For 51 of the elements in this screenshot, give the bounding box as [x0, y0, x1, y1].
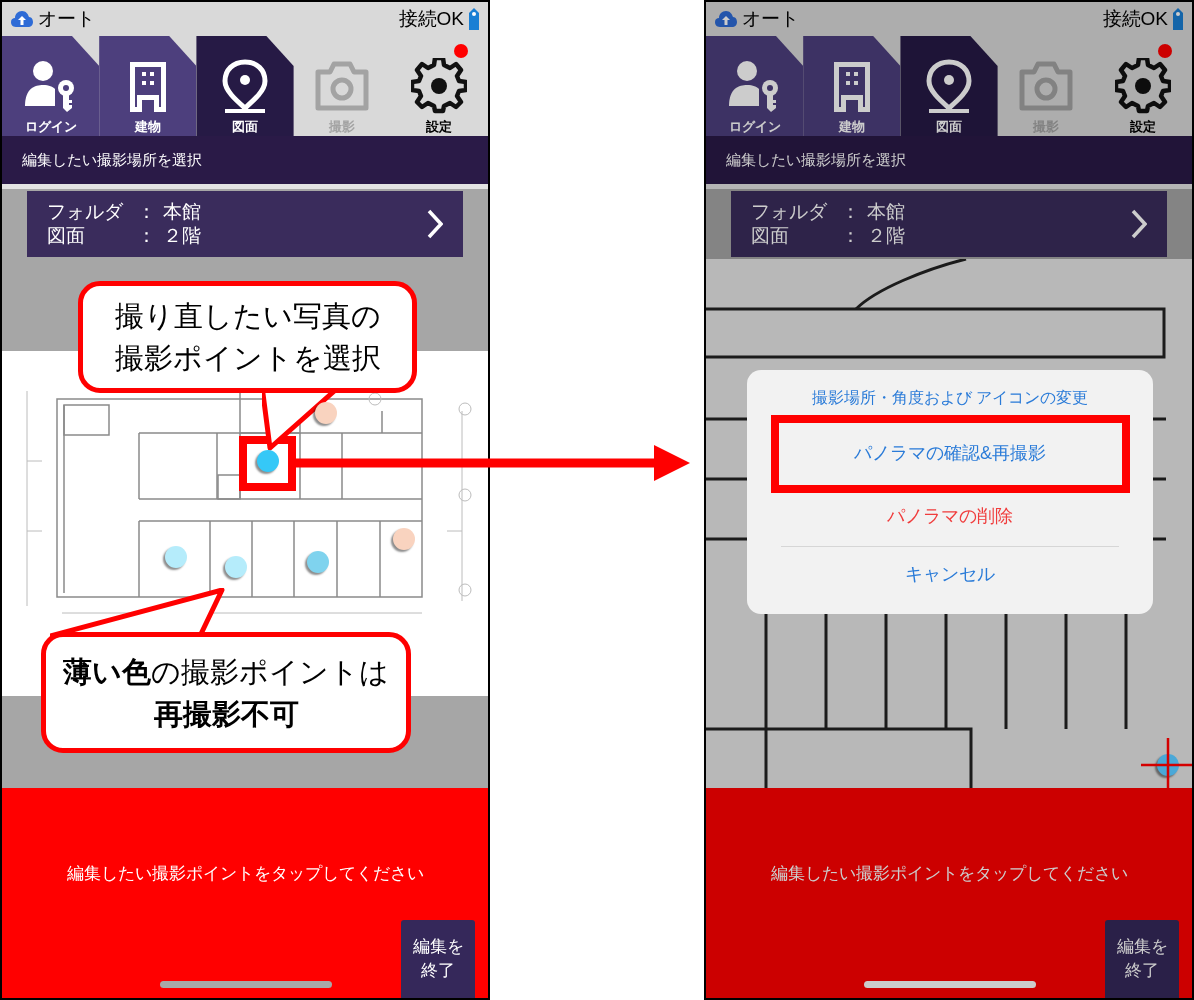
tab[interactable]: 建物	[803, 36, 901, 136]
callout-text: 薄い色の撮影ポイントは再撮影不可	[62, 654, 390, 732]
tab[interactable]: 設定	[1094, 36, 1192, 136]
connection-status: 接続OK	[398, 6, 464, 31]
tag-icon	[468, 7, 480, 31]
shooting-point-marker[interactable]	[315, 402, 337, 424]
shooting-point-marker[interactable]	[225, 556, 247, 578]
instruction-text: 編集したい撮影ポイントをタップしてください	[66, 863, 424, 885]
screen-header: 編集したい撮影場所を選択	[706, 136, 1192, 184]
mode-label: オート	[742, 6, 799, 31]
location-label: フォルダ	[751, 200, 828, 224]
action-sheet-title: 撮影場所・角度および アイコンの変更	[811, 388, 1089, 408]
separator: ：	[137, 224, 157, 248]
separator: ：	[137, 200, 157, 224]
chevron-right-icon	[1131, 209, 1147, 239]
shooting-point-marker[interactable]	[165, 546, 187, 568]
location-label: 図面	[47, 224, 86, 248]
cloud-upload-icon	[10, 9, 34, 29]
tab[interactable]: 設定	[390, 36, 488, 136]
cloud-upload-icon	[714, 9, 738, 29]
settings-icon	[411, 58, 468, 114]
location-selector[interactable]: フォルダ ： 本館 図面 ： ２階	[27, 191, 463, 257]
chevron-right-icon	[427, 209, 443, 239]
crosshair-icon	[1141, 738, 1192, 788]
tab[interactable]: 図面	[900, 36, 998, 136]
location-selector[interactable]: フォルダ ： 本館 図面 ： ２階	[731, 191, 1167, 257]
screen-header: 編集したい撮影場所を選択	[2, 136, 488, 184]
instruction-text: 編集したい撮影ポイントをタップしてください	[770, 863, 1128, 885]
settings-icon	[1115, 58, 1172, 114]
finish-editing-button[interactable]: 編集を終了	[1105, 920, 1179, 998]
tab[interactable]: 建物	[99, 36, 197, 136]
tab[interactable]: ログイン	[706, 36, 804, 136]
tab[interactable]: 図面	[196, 36, 294, 136]
tab[interactable]: ログイン	[2, 36, 100, 136]
connection-status: 接続OK	[1102, 6, 1168, 31]
shooting-point-marker[interactable]	[307, 551, 329, 573]
tag-icon	[1172, 7, 1184, 31]
callout-text: 撮り直したい写真の撮影ポイントを選択	[113, 299, 382, 376]
action-button[interactable]: キャンセル	[747, 547, 1153, 602]
location-value: 本館	[163, 200, 201, 224]
finish-editing-button[interactable]: 編集を終了	[401, 920, 475, 998]
shooting-point-marker[interactable]	[257, 450, 279, 472]
separator: ：	[841, 200, 861, 224]
mode-label: オート	[38, 6, 95, 31]
separator: ：	[841, 224, 861, 248]
location-value: ２階	[163, 224, 201, 248]
location-label: 図面	[751, 224, 790, 248]
location-label: フォルダ	[47, 200, 124, 224]
location-value: ２階	[867, 224, 905, 248]
shooting-point-marker[interactable]	[393, 528, 415, 550]
location-value: 本館	[867, 200, 905, 224]
